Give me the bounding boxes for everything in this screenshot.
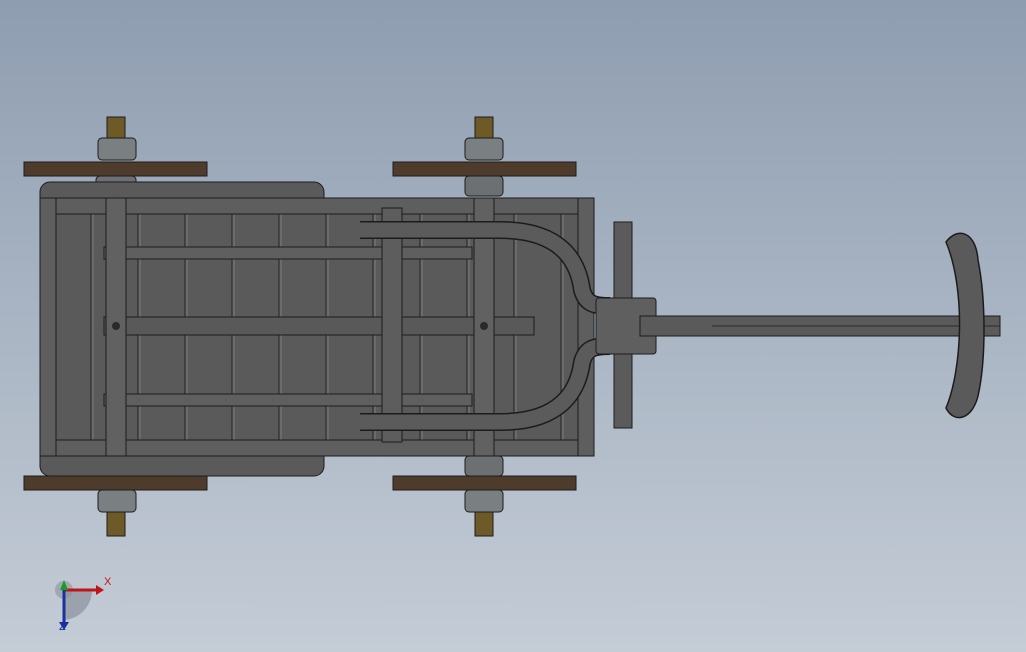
pull-handle	[639, 232, 1001, 419]
front-right-wheel	[392, 475, 577, 491]
axle-tip-rear-bottom	[106, 511, 126, 537]
axle-tip-front-top	[474, 116, 494, 140]
x-axis-label: X	[104, 576, 112, 588]
rear-axle-beam	[105, 197, 127, 457]
axle-tip-front-bottom	[474, 511, 494, 537]
graphics-viewport[interactable]: X Z	[0, 0, 1026, 652]
bolster	[381, 207, 403, 443]
rear-right-wheel	[23, 475, 208, 491]
z-axis-label: Z	[59, 621, 66, 633]
rear-left-wheel	[23, 161, 208, 177]
axle-tip-rear-top	[106, 116, 126, 140]
wagon-model-top-view[interactable]	[0, 0, 1026, 652]
front-left-wheel	[392, 161, 577, 177]
